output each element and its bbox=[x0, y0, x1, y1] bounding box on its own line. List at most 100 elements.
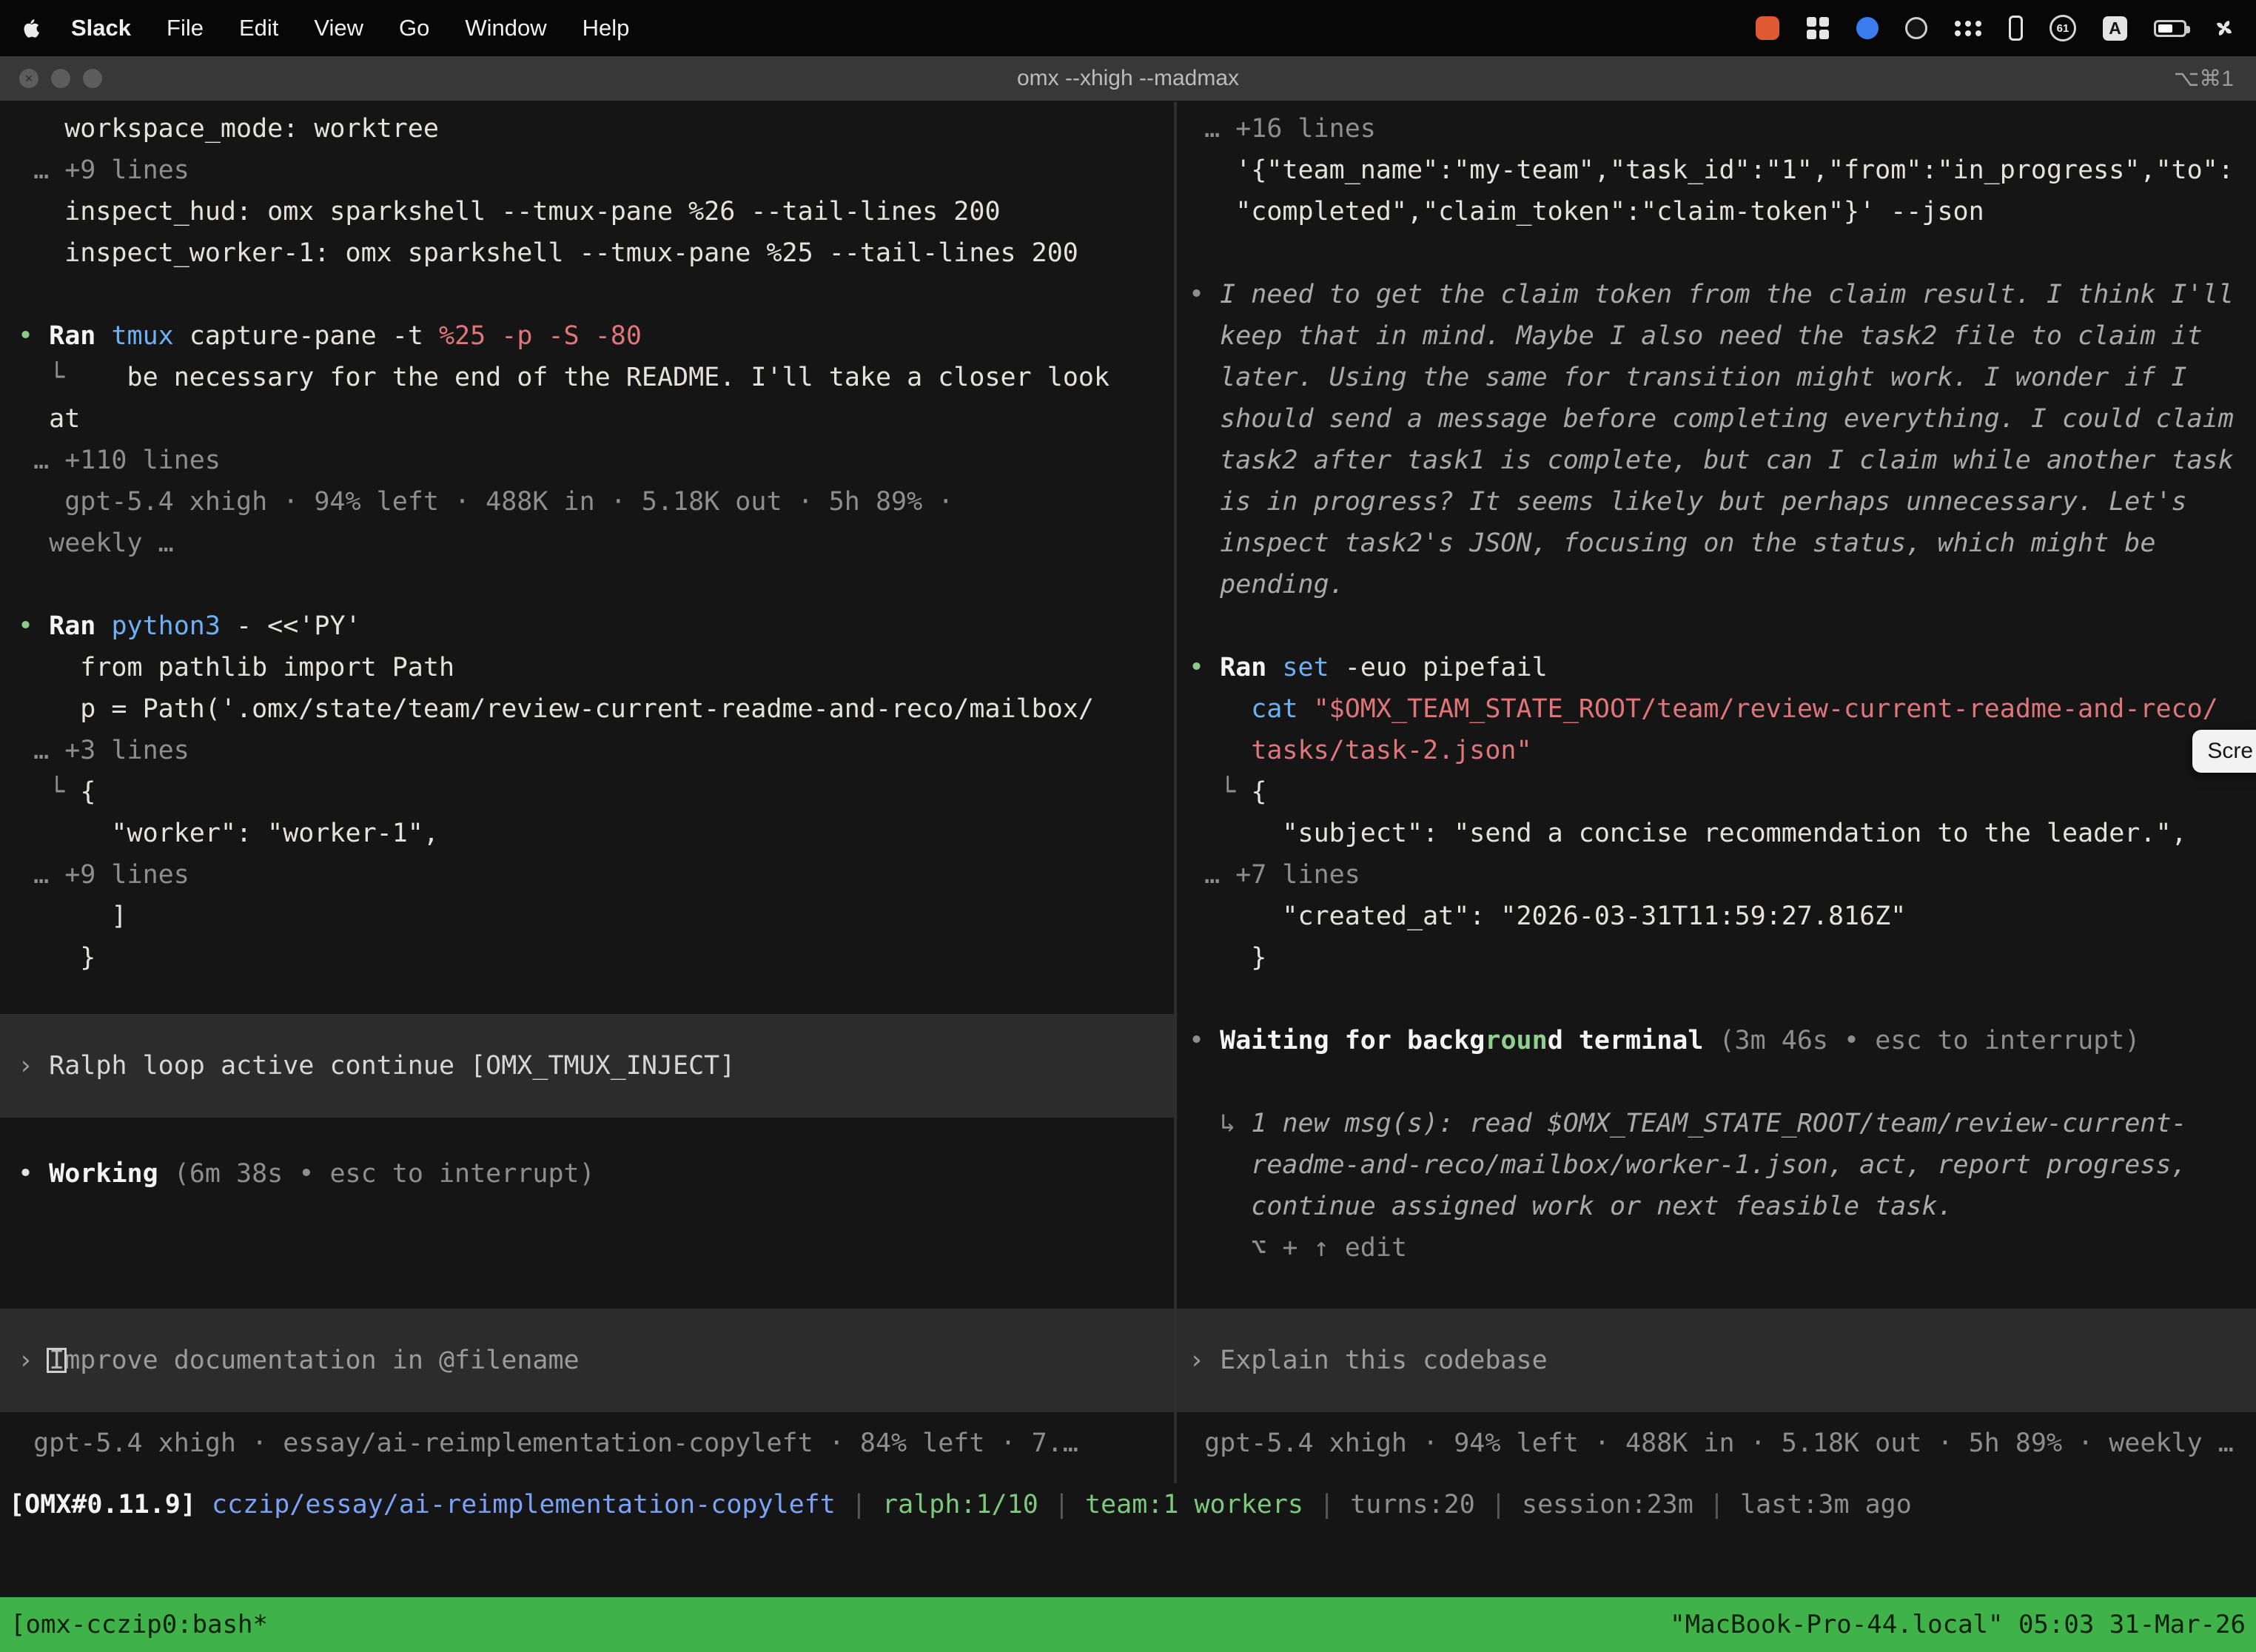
close-button[interactable]: × bbox=[19, 69, 38, 88]
model-status-line: gpt-5.4 xhigh · essay/ai-reimplementatio… bbox=[18, 1423, 1171, 1464]
window-grid-icon[interactable] bbox=[1806, 16, 1830, 40]
text-segment: 1 new msg(s): read $OMX_TEAM_STATE_ROOT/… bbox=[1251, 1109, 2186, 1138]
minimize-button[interactable] bbox=[51, 69, 70, 88]
right-terminal-pane[interactable]: … +16 lines '{"team_name":"my-team","tas… bbox=[1177, 102, 2256, 1483]
text-segment: | bbox=[1038, 1490, 1085, 1520]
menu-edit[interactable]: Edit bbox=[239, 15, 278, 41]
tmux-panes: workspace_mode: worktree … +9 lines insp… bbox=[0, 102, 2256, 1483]
text-segment bbox=[1189, 694, 1251, 724]
text-segment: "$OMX_TEAM_STATE_ROOT/team/review-curren… bbox=[1314, 694, 2218, 724]
dots-grid-icon[interactable] bbox=[1954, 19, 1982, 38]
working-status: • Working (6m 38s • esc to interrupt) bbox=[18, 1153, 1171, 1195]
menu-window[interactable]: Window bbox=[465, 15, 546, 41]
text-segment: (3m 46s • esc to interrupt) bbox=[1703, 1026, 2140, 1055]
text-segment: • bbox=[1189, 653, 1220, 682]
terminal-line bbox=[1189, 978, 2256, 1020]
text-segment: Working bbox=[49, 1159, 158, 1189]
active-app-name[interactable]: Slack bbox=[71, 15, 131, 41]
text-segment: Ran bbox=[49, 321, 111, 351]
macos-menubar: Slack File Edit View Go Window Help 61 A bbox=[0, 0, 2256, 56]
terminal-line: cat "$OMX_TEAM_STATE_ROOT/team/review-cu… bbox=[1189, 688, 2256, 730]
text-segment: tasks/task-2.json" bbox=[1189, 736, 1532, 765]
thinking-text: • I need to get the claim token from the… bbox=[1189, 274, 2256, 315]
mailbox-note: continue assigned work or next feasible … bbox=[1189, 1186, 2256, 1227]
text-segment: { bbox=[1251, 777, 1266, 807]
thinking-text: task2 after task1 is complete, but can I… bbox=[1189, 440, 2256, 481]
menu-help[interactable]: Help bbox=[583, 15, 630, 41]
terminal-line: └ be necessary for the end of the README… bbox=[18, 357, 1171, 398]
text-segment: tmux bbox=[111, 321, 173, 351]
text-segment: mprove documentation in @filename bbox=[64, 1346, 579, 1375]
text-segment: Waiting for backg bbox=[1220, 1026, 1485, 1055]
menubar-menus: File Edit View Go Window Help bbox=[167, 15, 629, 41]
terminal-line: "created_at": "2026-03-31T11:59:27.816Z" bbox=[1189, 896, 2256, 937]
thinking-text: keep that in mind. Maybe I also need the… bbox=[1189, 315, 2256, 357]
battery-icon[interactable] bbox=[2154, 20, 2186, 37]
text-segment: "worker": "worker-1", bbox=[18, 819, 439, 848]
text-segment: python3 bbox=[111, 611, 221, 641]
window-shortcut-hint: ⌥⌘1 bbox=[2174, 66, 2234, 92]
terminal-line: at bbox=[18, 398, 1171, 440]
spacer bbox=[18, 1118, 1171, 1153]
thinking-text: pending. bbox=[1189, 564, 2256, 605]
thinking-text: is in progress? It seems likely but perh… bbox=[1189, 481, 2256, 523]
text-segment: Ran bbox=[49, 611, 111, 641]
text-segment: … +9 lines bbox=[18, 860, 189, 890]
text-segment bbox=[18, 363, 49, 392]
screen-recording-indicator[interactable] bbox=[1756, 16, 1779, 40]
blue-app-icon[interactable] bbox=[1856, 17, 1879, 39]
text-segment: └ bbox=[49, 363, 64, 392]
text-segment: [OMX#0.11.9] bbox=[9, 1490, 196, 1520]
text-segment: capture-pane -t bbox=[174, 321, 439, 351]
composer-suggestion[interactable]: › Explain this codebase bbox=[1177, 1309, 2256, 1412]
terminal-line: … +16 lines bbox=[1189, 108, 2256, 150]
text-segment: p = Path('.omx/state/team/review-current… bbox=[18, 694, 1094, 724]
screen-share-pill[interactable]: Scre bbox=[2192, 730, 2256, 773]
menu-file[interactable]: File bbox=[167, 15, 204, 41]
text-segment: session:23m bbox=[1522, 1490, 1693, 1520]
text-segment: Ralph loop active continue [OMX_TMUX_INJ… bbox=[49, 1051, 735, 1081]
text-segment: gpt-5.4 xhigh · 94% left · 488K in · 5.1… bbox=[1189, 1428, 2234, 1458]
battery-gauge-icon[interactable]: 61 bbox=[2049, 15, 2076, 41]
terminal-line: } bbox=[1189, 937, 2256, 978]
lens-icon[interactable] bbox=[1905, 17, 1927, 39]
text-segment: later. Using the same for transition mig… bbox=[1189, 363, 2187, 392]
fan-icon[interactable] bbox=[2213, 17, 2235, 39]
input-source-icon[interactable]: A bbox=[2103, 16, 2127, 41]
terminal-line bbox=[1189, 1061, 2256, 1103]
thinking-text: inspect task2's JSON, focusing on the st… bbox=[1189, 523, 2256, 564]
text-segment: … +9 lines bbox=[18, 155, 189, 185]
iphone-icon[interactable] bbox=[2009, 16, 2023, 41]
text-segment: • bbox=[18, 1159, 49, 1189]
thinking-text: should send a message before completing … bbox=[1189, 398, 2256, 440]
terminal-line: … +110 lines bbox=[18, 440, 1171, 481]
composer-input[interactable]: › Improve documentation in @filename bbox=[0, 1309, 1174, 1412]
text-segment: turns:20 bbox=[1350, 1490, 1475, 1520]
text-segment: | bbox=[1475, 1490, 1522, 1520]
menu-view[interactable]: View bbox=[314, 15, 363, 41]
menu-go[interactable]: Go bbox=[399, 15, 429, 41]
text-segment: • bbox=[18, 321, 49, 351]
terminal-line: inspect_worker-1: omx sparkshell --tmux-… bbox=[18, 232, 1171, 274]
text-segment bbox=[18, 777, 49, 807]
left-terminal-pane[interactable]: workspace_mode: worktree … +9 lines insp… bbox=[0, 102, 1174, 1483]
text-segment: - <<'PY' bbox=[221, 611, 361, 641]
zoom-button[interactable] bbox=[83, 69, 102, 88]
text-segment: task2 after task1 is complete, but can I… bbox=[1189, 446, 2234, 475]
terminal-line: tasks/task-2.json" bbox=[1189, 730, 2256, 771]
text-segment: readme-and-reco/mailbox/worker-1.json, a… bbox=[1189, 1150, 2187, 1180]
text-segment: ⌥ + ↑ edit bbox=[1189, 1233, 1407, 1263]
terminal-line: "worker": "worker-1", bbox=[18, 813, 1171, 854]
terminal-line: … +7 lines bbox=[1189, 854, 2256, 896]
tmux-host-clock: "MacBook-Pro-44.local" 05:03 31-Mar-26 bbox=[1670, 1610, 2246, 1639]
text-segment: %25 -p -S -80 bbox=[439, 321, 642, 351]
text-segment: from pathlib import Path bbox=[18, 653, 454, 682]
terminal-line: … +9 lines bbox=[18, 150, 1171, 191]
terminal-line: workspace_mode: worktree bbox=[18, 108, 1171, 150]
terminal-window: workspace_mode: worktree … +9 lines insp… bbox=[0, 102, 2256, 1652]
text-segment: ] bbox=[18, 901, 127, 931]
terminal-line: '{"team_name":"my-team","task_id":"1","f… bbox=[1189, 150, 2256, 191]
text-segment: workspace_mode: worktree bbox=[18, 114, 439, 144]
terminal-line: p = Path('.omx/state/team/review-current… bbox=[18, 688, 1171, 730]
apple-menu[interactable] bbox=[21, 18, 41, 38]
